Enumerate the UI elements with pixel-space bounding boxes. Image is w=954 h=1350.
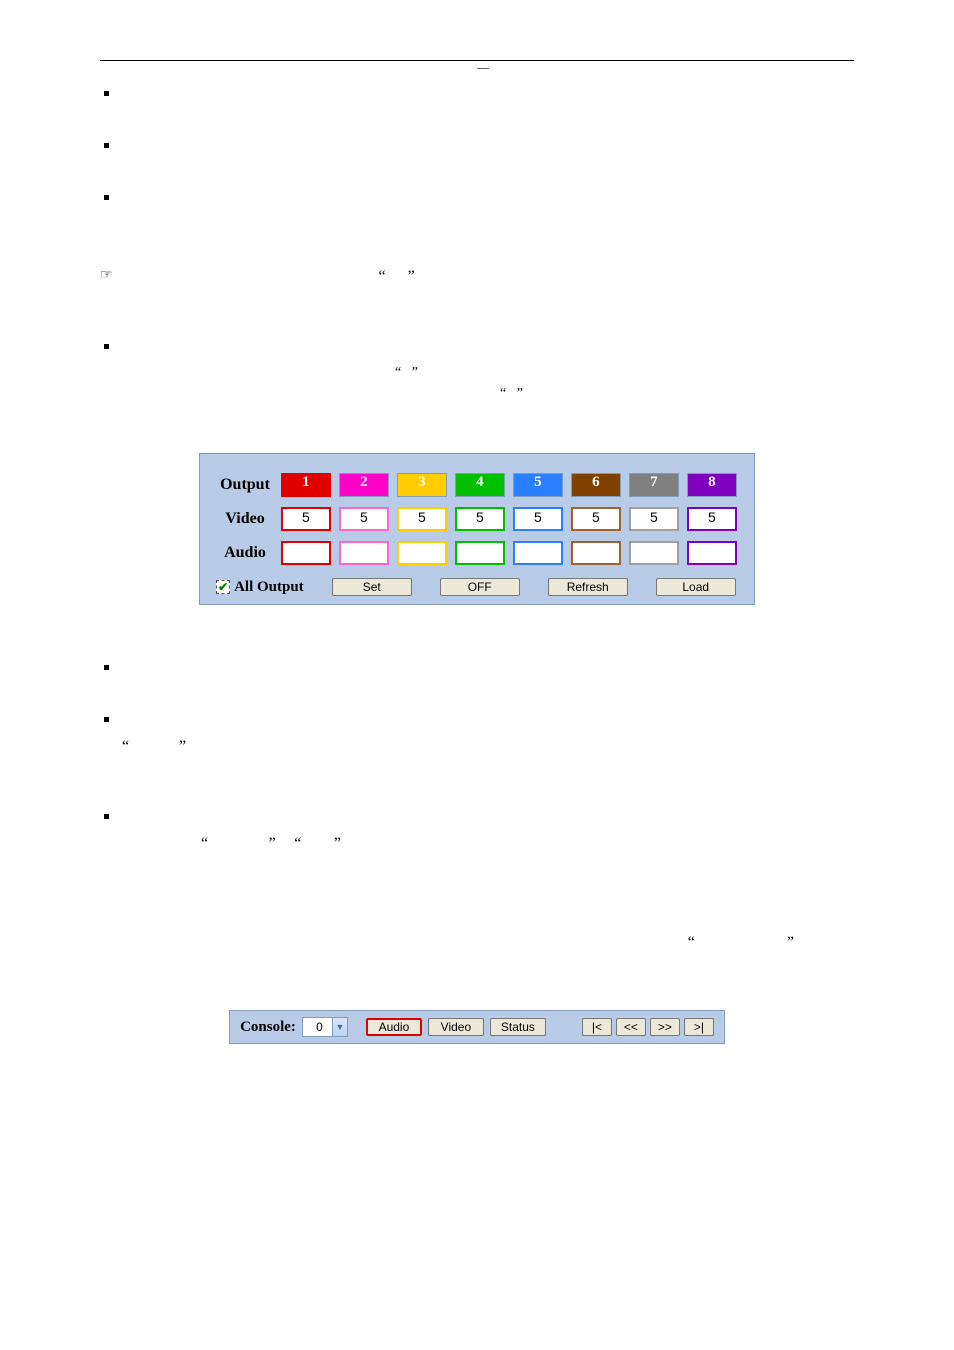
video-input-2[interactable]: 5 (339, 507, 389, 531)
open-quote: “ (294, 835, 301, 852)
all-output-checkbox[interactable]: ✔ (216, 580, 230, 594)
close-quote: ” (179, 738, 186, 755)
close-quote: ” (334, 835, 341, 852)
video-input-8[interactable]: 5 (687, 507, 737, 531)
audio-input-8[interactable] (687, 541, 737, 565)
video-input-3[interactable]: 5 (397, 507, 447, 531)
all-output-label: All Output (234, 579, 304, 596)
bullet-item-note: “ ” (100, 265, 854, 310)
video-input-5[interactable]: 5 (513, 507, 563, 531)
video-button[interactable]: Video (428, 1018, 484, 1036)
audio-input-7[interactable] (629, 541, 679, 565)
console-dropdown-value: 0 (303, 1020, 332, 1034)
output-col-7: 7 (629, 473, 679, 497)
status-button[interactable]: Status (490, 1018, 546, 1036)
bullet-item: “ ” “ ” (100, 808, 854, 856)
audio-input-3[interactable] (397, 541, 447, 565)
console-panel: Console: 0 ▼ Audio Video Status |< << >>… (229, 1010, 725, 1044)
output-col-5: 5 (513, 473, 563, 497)
video-header: Video (216, 506, 274, 532)
audio-input-1[interactable] (281, 541, 331, 565)
output-col-8: 8 (687, 473, 737, 497)
close-quote: ” (787, 934, 794, 951)
bullet-list-1: “ ” “ ” (100, 85, 854, 425)
console-label: Console: (240, 1019, 296, 1036)
nav-next-button[interactable]: >> (650, 1018, 680, 1036)
refresh-button[interactable]: Refresh (548, 578, 628, 596)
console-dropdown[interactable]: 0 ▼ (302, 1017, 348, 1037)
bullet-list-2: “ ” “ ” “ ” (100, 659, 854, 856)
output-col-6: 6 (571, 473, 621, 497)
output-col-3: 3 (397, 473, 447, 497)
close-quote: ” (412, 365, 418, 380)
video-input-1[interactable]: 5 (281, 507, 331, 531)
close-quote: ” (517, 386, 523, 401)
audio-button[interactable]: Audio (366, 1018, 422, 1036)
audio-input-6[interactable] (571, 541, 621, 565)
bullet-item (100, 85, 854, 109)
nav-first-button[interactable]: |< (582, 1018, 612, 1036)
output-header: Output (216, 472, 274, 498)
output-col-4: 4 (455, 473, 505, 497)
header-dash: — (477, 60, 489, 75)
nav-button-group: |< << >> >| (582, 1018, 714, 1036)
open-quote: “ (201, 835, 208, 852)
chevron-down-icon: ▼ (332, 1018, 347, 1036)
open-quote: “ (395, 365, 401, 380)
open-quote: “ (688, 934, 695, 951)
audio-input-4[interactable] (455, 541, 505, 565)
off-button[interactable]: OFF (440, 578, 520, 596)
bullet-item (100, 137, 854, 161)
output-col-1: 1 (281, 473, 331, 497)
mapping-table-controls: ✔ All Output Set OFF Refresh Load (210, 574, 744, 598)
audio-header: Audio (216, 540, 274, 566)
mapping-table-panel: Output 1 2 3 4 5 6 7 8 Video 5 5 5 5 5 (199, 453, 755, 605)
video-input-6[interactable]: 5 (571, 507, 621, 531)
bullet-item (100, 189, 854, 237)
load-button[interactable]: Load (656, 578, 736, 596)
set-button[interactable]: Set (332, 578, 412, 596)
nav-last-button[interactable]: >| (684, 1018, 714, 1036)
open-quote: “ (122, 738, 129, 755)
close-quote: ” (269, 835, 276, 852)
close-quote: ” (408, 268, 415, 285)
nav-prev-button[interactable]: << (616, 1018, 646, 1036)
open-quote: “ (500, 386, 506, 401)
video-input-7[interactable]: 5 (629, 507, 679, 531)
mapping-table: Output 1 2 3 4 5 6 7 8 Video 5 5 5 5 5 (210, 464, 744, 574)
audio-input-2[interactable] (339, 541, 389, 565)
open-quote: “ (379, 268, 386, 285)
bullet-item (100, 659, 854, 683)
output-col-2: 2 (339, 473, 389, 497)
audio-input-5[interactable] (513, 541, 563, 565)
video-input-4[interactable]: 5 (455, 507, 505, 531)
bullet-item: “ ” (100, 711, 854, 780)
bullet-item: “ ” “ ” (100, 338, 854, 425)
